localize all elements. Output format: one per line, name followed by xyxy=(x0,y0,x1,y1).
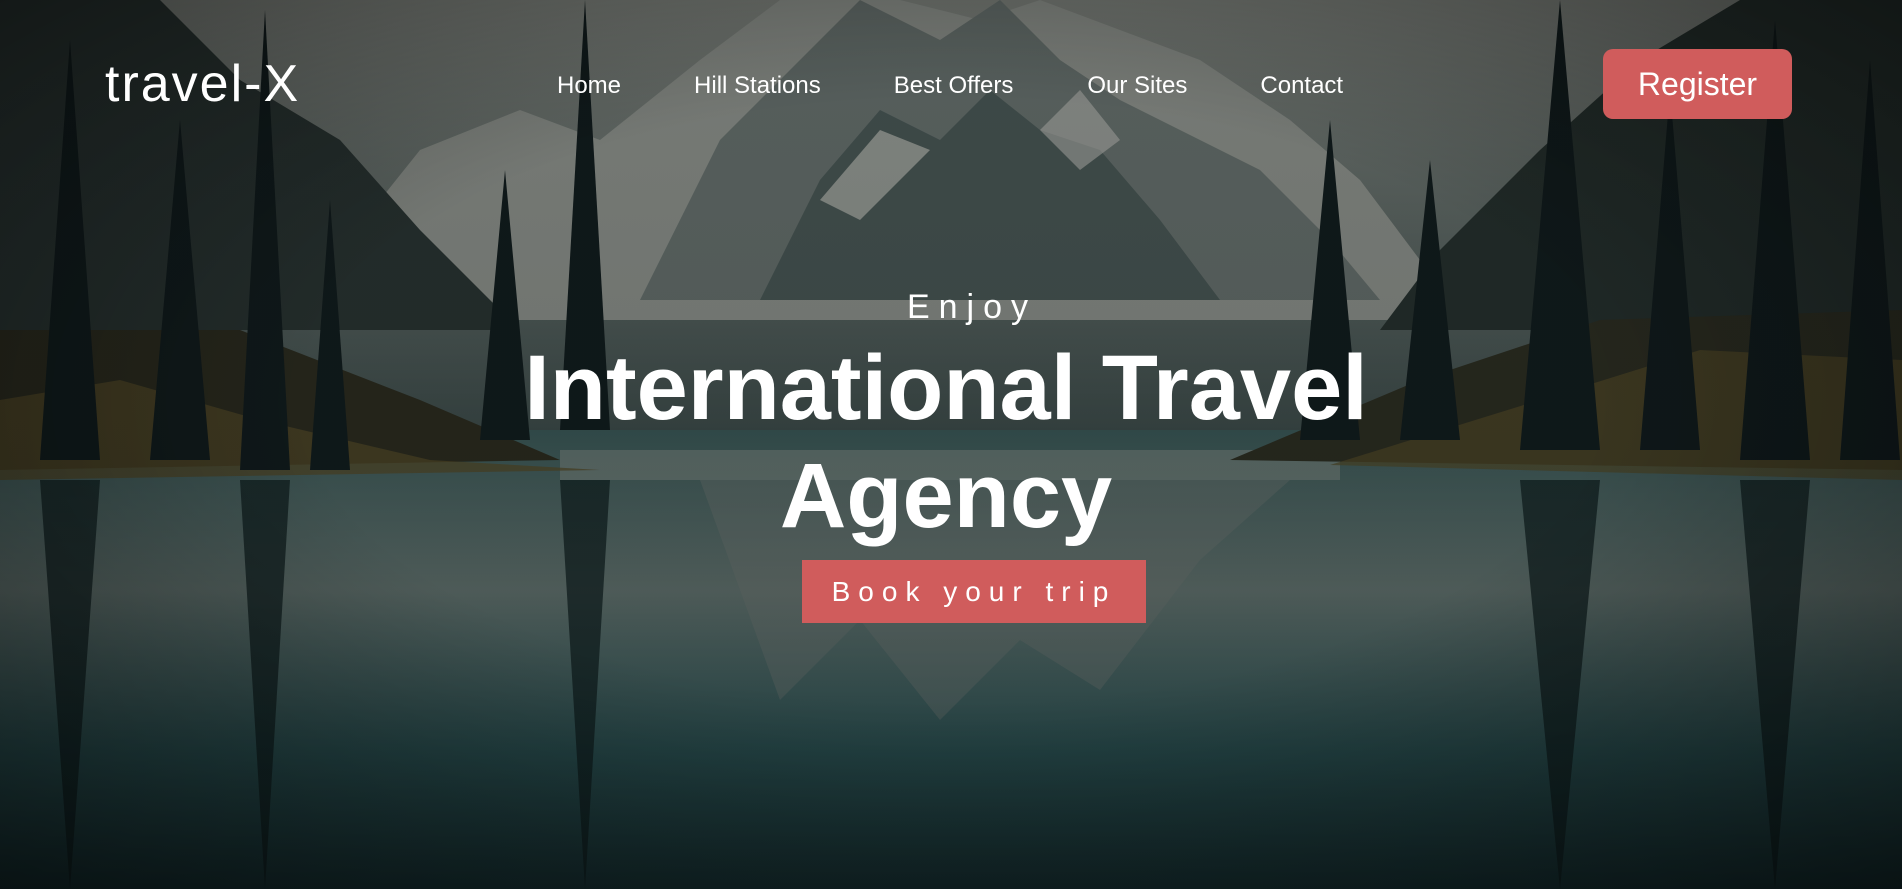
nav-link-our-sites[interactable]: Our Sites xyxy=(1087,70,1187,102)
nav-link-best-offers[interactable]: Best Offers xyxy=(894,70,1014,102)
top-navbar: travel-X Home Hill Stations Best Offers … xyxy=(0,0,1902,170)
brand-logo[interactable]: travel-X xyxy=(105,54,300,114)
register-button[interactable]: Register xyxy=(1603,49,1792,119)
hero-section: travel-X Home Hill Stations Best Offers … xyxy=(0,0,1902,889)
nav-link-contact[interactable]: Contact xyxy=(1260,70,1343,102)
hero-content: Enjoy International Travel Agency Book y… xyxy=(0,282,1902,623)
book-trip-button[interactable]: Book your trip xyxy=(802,560,1146,623)
hero-eyebrow: Enjoy xyxy=(906,288,1038,326)
hero-headline: International Travel Agency xyxy=(524,337,1368,547)
nav-link-hill-stations[interactable]: Hill Stations xyxy=(694,70,821,102)
nav-link-home[interactable]: Home xyxy=(557,70,621,102)
main-nav: Home Hill Stations Best Offers Our Sites… xyxy=(557,70,1343,102)
